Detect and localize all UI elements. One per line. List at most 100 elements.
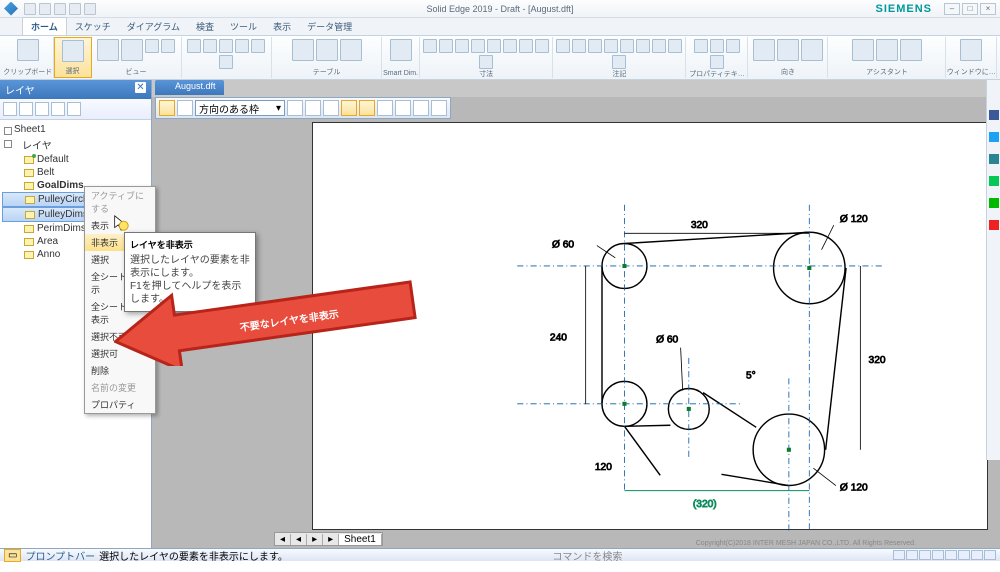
- dim-history-icon[interactable]: [900, 39, 922, 61]
- svg-text:Ø 60: Ø 60: [656, 335, 678, 346]
- mouse-cursor-icon: [112, 214, 130, 232]
- tooltip-title: レイヤを非表示: [130, 238, 250, 251]
- sheet-nav-next[interactable]: ▸: [307, 534, 323, 545]
- qat-button[interactable]: [54, 3, 66, 15]
- select-icon[interactable]: [62, 40, 84, 62]
- ribbon-group-dimension: 寸法: [420, 37, 553, 78]
- broken-icon[interactable]: [219, 39, 233, 53]
- brand-label: SIEMENS: [875, 3, 932, 15]
- layer-icon: [24, 225, 34, 233]
- layer-icon: [24, 238, 34, 246]
- qat-button[interactable]: [84, 3, 96, 15]
- primary-icon[interactable]: [145, 39, 159, 53]
- tab-data[interactable]: データ管理: [299, 18, 360, 35]
- status-text: 選択したレイヤの要素を非表示にします。: [99, 548, 288, 563]
- document-tab[interactable]: August.dft: [155, 80, 224, 95]
- layer-icon: [24, 169, 34, 177]
- ribbon-tabs: ホーム スケッチ ダイアグラム 検査 ツール 表示 データ管理: [0, 18, 1000, 36]
- svg-text:Ø 60: Ø 60: [552, 240, 574, 251]
- bout-icon[interactable]: [251, 39, 265, 53]
- status-prompt-label: プロンプトバー: [25, 548, 95, 563]
- tab-sketch[interactable]: スケッチ: [67, 18, 119, 35]
- qat-button[interactable]: [39, 3, 51, 15]
- instruction-arrow: 不要なレイヤを非表示: [114, 274, 424, 366]
- right-social-panel: [986, 80, 1000, 460]
- paste-icon[interactable]: [17, 39, 39, 61]
- tab-inspect[interactable]: 検査: [188, 18, 222, 35]
- aux-icon[interactable]: [187, 39, 201, 53]
- sheet-tab[interactable]: Sheet1: [339, 534, 382, 545]
- selection-mode-dropdown[interactable]: 方向のある枠▾: [195, 100, 285, 116]
- sheet-tabs: ◂ ◂ ▸ ▸ Sheet1: [274, 532, 383, 546]
- detail-icon[interactable]: [161, 39, 175, 53]
- title-bar: Solid Edge 2019 - Draft - [August.dft] S…: [0, 0, 1000, 18]
- layer-item: Belt: [2, 166, 149, 179]
- tab-diagram[interactable]: ダイアグラム: [119, 18, 188, 35]
- command-toolbar: 方向のある枠▾: [155, 97, 451, 119]
- tab-tools[interactable]: ツール: [222, 18, 265, 35]
- copyright-label: Copyright(C)2018 INTER MESH JAPAN CO.,LT…: [696, 540, 916, 547]
- view-wizard-icon[interactable]: [97, 39, 119, 61]
- sheet-nav-last[interactable]: ▸: [323, 534, 339, 545]
- quick-access-toolbar: [24, 3, 96, 15]
- close-button[interactable]: ×: [980, 3, 996, 15]
- tab-view[interactable]: 表示: [265, 18, 299, 35]
- select-tool-icon[interactable]: [159, 100, 175, 116]
- ribbon-group-sections: [182, 37, 273, 78]
- window-title: Solid Edge 2019 - Draft - [August.dft]: [426, 4, 573, 14]
- svg-text:320: 320: [691, 220, 708, 231]
- panel-title-bar: レイヤ✕: [0, 80, 151, 99]
- maximize-button[interactable]: □: [962, 3, 978, 15]
- feed-icon[interactable]: [989, 198, 999, 208]
- view-history-icon[interactable]: [876, 39, 898, 61]
- status-prompt-icon: ▭: [4, 549, 21, 562]
- qat-button[interactable]: [69, 3, 81, 15]
- dim-table-icon[interactable]: [316, 39, 338, 61]
- panel-close-button[interactable]: ✕: [135, 82, 146, 93]
- layer-item: Default: [2, 153, 149, 166]
- parts-list-icon[interactable]: [292, 39, 314, 61]
- zoom-area-icon[interactable]: [753, 39, 775, 61]
- ribbon-group-orient: 向き: [748, 37, 828, 78]
- section-icon[interactable]: [203, 39, 217, 53]
- sheet-nav-first[interactable]: ◂: [275, 534, 291, 545]
- switch-window-icon[interactable]: [960, 39, 982, 61]
- ribbon: クリップボード 選択 ビュー テーブル Smart Dim. 寸法 注記 プロパ…: [0, 36, 1000, 80]
- line-icon[interactable]: [989, 176, 999, 186]
- ribbon-group-window: ウィンドウに…: [946, 37, 997, 78]
- sheet-nav-prev[interactable]: ◂: [291, 534, 307, 545]
- svg-text:120: 120: [595, 462, 612, 473]
- share-icon[interactable]: [989, 154, 999, 164]
- zoom-tool-icon[interactable]: [777, 39, 799, 61]
- smart-dim-icon[interactable]: [390, 39, 412, 61]
- tree-sheet[interactable]: Sheet1: [2, 123, 149, 136]
- svg-text:Ø 120: Ø 120: [840, 483, 868, 494]
- layer-icon: [25, 196, 35, 204]
- tool-button[interactable]: [177, 100, 193, 116]
- ribbon-group-view: ビュー: [92, 37, 182, 78]
- menu-properties[interactable]: プロパティ: [85, 396, 155, 413]
- create-3d-icon[interactable]: [852, 39, 874, 61]
- svg-text:5°: 5°: [746, 370, 756, 381]
- layer-icon: [25, 211, 35, 219]
- qat-button[interactable]: [24, 3, 36, 15]
- panel-toolbar: [0, 99, 151, 120]
- fit-icon[interactable]: [801, 39, 823, 61]
- app-logo-icon: [4, 2, 18, 16]
- ribbon-group-table: テーブル: [272, 37, 382, 78]
- update-view-icon[interactable]: [121, 39, 143, 61]
- twitter-icon[interactable]: [989, 132, 999, 142]
- layer-icon: [24, 156, 34, 164]
- cut-icon[interactable]: [219, 55, 233, 69]
- bsec-icon[interactable]: [235, 39, 249, 53]
- tree-layers[interactable]: レイヤ: [2, 136, 149, 153]
- menu-rename[interactable]: 名前の変更: [85, 379, 155, 396]
- menu-activate[interactable]: アクティブにする: [85, 187, 155, 217]
- svg-text:(320): (320): [693, 499, 717, 510]
- minimize-button[interactable]: –: [944, 3, 960, 15]
- facebook-icon[interactable]: [989, 110, 999, 120]
- tab-home[interactable]: ホーム: [22, 17, 67, 35]
- layer-icon: [24, 182, 34, 190]
- bend-table-icon[interactable]: [340, 39, 362, 61]
- pocket-icon[interactable]: [989, 220, 999, 230]
